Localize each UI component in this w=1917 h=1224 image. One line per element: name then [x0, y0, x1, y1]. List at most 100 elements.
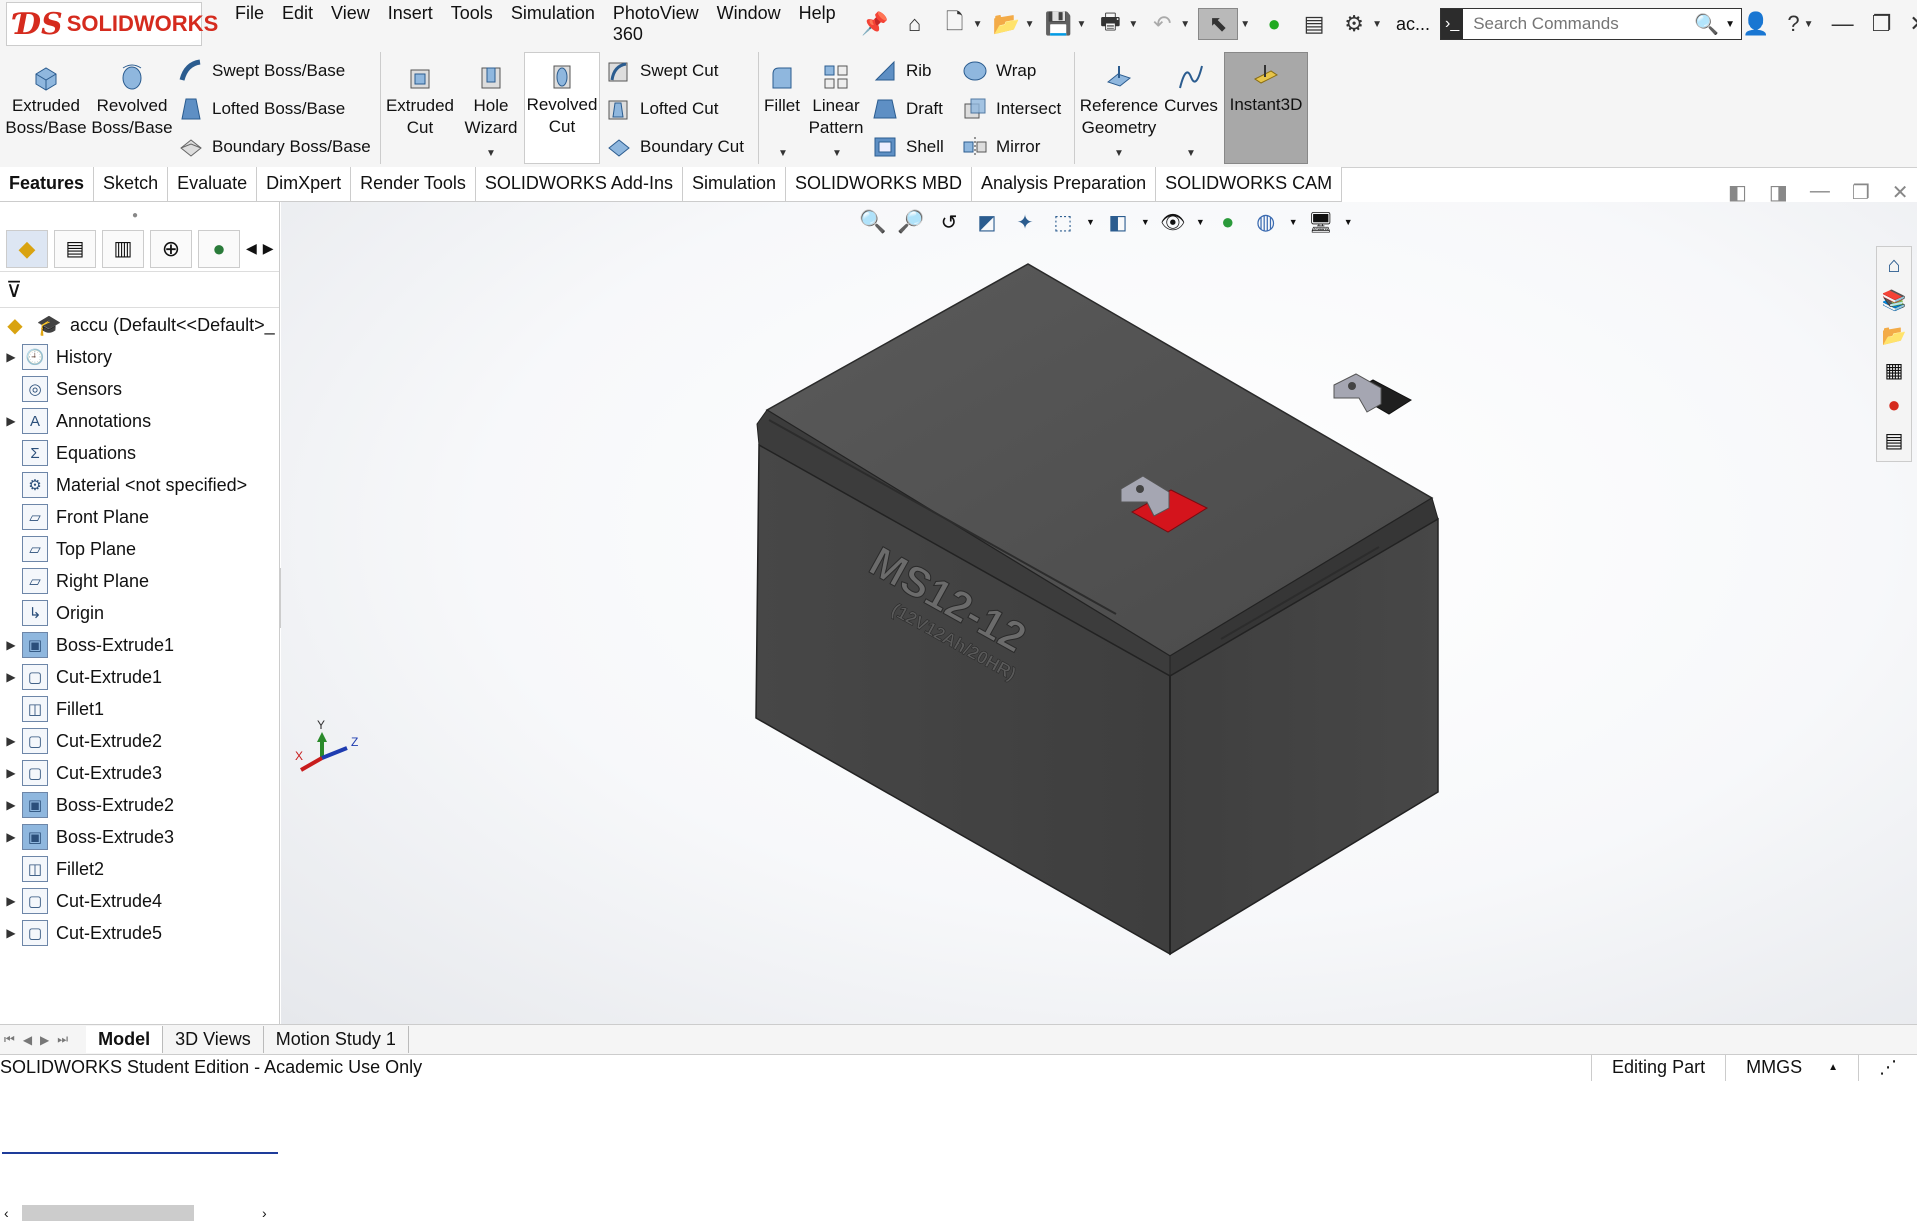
tab-analysis-preparation[interactable]: Analysis Preparation: [972, 167, 1157, 201]
hole-wizard-button[interactable]: Hole Wizard: [458, 54, 524, 139]
feature-manager-tab-icon[interactable]: ◆: [6, 229, 48, 268]
pin-icon[interactable]: 📌: [859, 8, 891, 40]
expand-arrow-icon[interactable]: ▶: [0, 926, 22, 940]
section-view-icon[interactable]: ◩: [972, 207, 1002, 237]
swept-cut-button[interactable]: Swept Cut: [606, 58, 718, 84]
revolved-boss-button[interactable]: Revolved Boss/Base: [91, 54, 173, 139]
print-icon[interactable]: 🖶: [1094, 8, 1126, 40]
lofted-boss-button[interactable]: Lofted Boss/Base: [178, 96, 345, 122]
chevron-down-icon[interactable]: ▼: [1141, 217, 1150, 227]
tab-simulation[interactable]: Simulation: [682, 167, 786, 201]
curves-button[interactable]: Curves: [1160, 54, 1222, 117]
swept-boss-button[interactable]: Swept Boss/Base: [178, 58, 345, 84]
tree-item[interactable]: ▱ Top Plane: [0, 534, 136, 564]
extruded-boss-button[interactable]: Extruded Boss/Base: [5, 54, 87, 139]
chevron-down-icon[interactable]: ▼: [832, 148, 842, 159]
dynamic-annotation-icon[interactable]: ✦: [1010, 207, 1040, 237]
search-icon[interactable]: 🔍: [1694, 12, 1719, 37]
close-icon[interactable]: ✕: [1909, 11, 1917, 37]
view-palette-icon[interactable]: ▦: [1880, 356, 1908, 384]
chevron-down-icon[interactable]: ▼: [1725, 19, 1735, 30]
menu-photoview[interactable]: PhotoView 360: [604, 0, 708, 49]
display-manager-tab-icon[interactable]: ●: [198, 229, 240, 268]
tab-3d-views[interactable]: 3D Views: [163, 1026, 264, 1053]
expand-arrow-icon[interactable]: ▶: [0, 798, 22, 812]
chevron-down-icon[interactable]: ▼: [1240, 19, 1250, 30]
unit-system[interactable]: MMGS ▲: [1725, 1054, 1858, 1081]
tree-item[interactable]: ▶ A Annotations: [0, 406, 151, 436]
chevron-down-icon[interactable]: ▼: [486, 148, 496, 159]
tree-item[interactable]: ⚙ Material <not specified>: [0, 470, 247, 500]
battery-model[interactable]: MS12-12 (12V12Ah/20HR): [755, 263, 1439, 956]
file-properties-icon[interactable]: ▤: [1298, 8, 1330, 40]
chevron-left-icon[interactable]: ◀: [246, 240, 257, 257]
display-style-icon[interactable]: ◧: [1103, 207, 1133, 237]
tree-item[interactable]: ▶ ▣ Boss-Extrude2: [0, 790, 174, 820]
tree-item[interactable]: Σ Equations: [0, 438, 136, 468]
revolved-cut-button[interactable]: Revolved Cut: [524, 52, 600, 164]
tab-features[interactable]: Features: [0, 167, 95, 201]
linear-pattern-button[interactable]: Linear Pattern: [804, 54, 868, 139]
menu-file[interactable]: File: [226, 0, 273, 49]
new-document-icon[interactable]: 🗋: [939, 8, 971, 40]
lofted-cut-button[interactable]: Lofted Cut: [606, 96, 718, 122]
chevron-down-icon[interactable]: ▼: [1025, 19, 1035, 30]
chevron-down-icon[interactable]: ▼: [1086, 217, 1095, 227]
tree-item[interactable]: ◫ Fillet1: [0, 694, 104, 724]
tab-add-ins[interactable]: SOLIDWORKS Add-Ins: [475, 167, 683, 201]
rollback-bar[interactable]: [2, 1152, 278, 1154]
select-cursor-icon[interactable]: ⬉: [1198, 8, 1239, 40]
chevron-down-icon[interactable]: ▼: [1344, 217, 1353, 227]
search-input[interactable]: [1463, 14, 1695, 34]
menu-simulation[interactable]: Simulation: [502, 0, 604, 49]
draft-button[interactable]: Draft: [872, 96, 943, 122]
tab-evaluate[interactable]: Evaluate: [168, 167, 258, 201]
file-explorer-icon[interactable]: 📂: [1880, 321, 1908, 349]
configuration-manager-tab-icon[interactable]: ▥: [102, 229, 144, 268]
tab-sketch[interactable]: Sketch: [94, 167, 169, 201]
last-page-icon[interactable]: ⏭: [53, 1032, 72, 1047]
extruded-cut-button[interactable]: Extruded Cut: [384, 54, 456, 139]
mirror-button[interactable]: Mirror: [962, 134, 1040, 160]
view-settings-icon[interactable]: 🖥: [1306, 207, 1336, 237]
minimize-icon[interactable]: —: [1832, 11, 1854, 37]
chevron-down-icon[interactable]: ▼: [1186, 148, 1196, 159]
resize-grip-icon[interactable]: ⋰: [1858, 1054, 1917, 1081]
scroll-thumb[interactable]: [22, 1205, 194, 1221]
zoom-to-fit-icon[interactable]: 🔍: [858, 207, 888, 237]
solidworks-resources-icon[interactable]: ⌂: [1880, 251, 1908, 279]
tab-render-tools[interactable]: Render Tools: [351, 167, 476, 201]
expand-arrow-icon[interactable]: ▶: [0, 830, 22, 844]
previous-view-icon[interactable]: ↺: [934, 207, 964, 237]
chevron-down-icon[interactable]: ▼: [1196, 217, 1205, 227]
prev-page-icon[interactable]: ◀: [19, 1033, 36, 1047]
appearances-icon[interactable]: ●: [1880, 391, 1908, 419]
tree-item[interactable]: ▱ Right Plane: [0, 566, 149, 596]
tree-item[interactable]: ▶ ▢ Cut-Extrude1: [0, 662, 162, 692]
tree-item[interactable]: ▶ ▣ Boss-Extrude3: [0, 822, 174, 852]
filter-icon[interactable]: ⊽: [6, 277, 22, 303]
tab-dimxpert[interactable]: DimXpert: [257, 167, 352, 201]
chevron-right-icon[interactable]: ▶: [263, 240, 274, 257]
tab-cam[interactable]: SOLIDWORKS CAM: [1156, 167, 1343, 201]
tab-mbd[interactable]: SOLIDWORKS MBD: [786, 167, 973, 201]
hide-show-items-icon[interactable]: 👁: [1158, 207, 1188, 237]
expand-arrow-icon[interactable]: ▶: [0, 670, 22, 684]
chevron-down-icon[interactable]: ▼: [1076, 19, 1086, 30]
traffic-light-icon[interactable]: ●: [1258, 8, 1290, 40]
chevron-down-icon[interactable]: ▼: [1180, 19, 1190, 30]
horizontal-scrollbar[interactable]: ‹ ›: [0, 1202, 280, 1224]
dimxpert-manager-tab-icon[interactable]: ⊕: [150, 229, 192, 268]
design-library-icon[interactable]: 📚: [1880, 286, 1908, 314]
tree-root[interactable]: ◆ 🎓 accu (Default<<Default>_: [0, 310, 274, 340]
next-page-icon[interactable]: ▶: [36, 1033, 53, 1047]
edit-appearance-icon[interactable]: ●: [1213, 207, 1243, 237]
open-icon[interactable]: 📂: [991, 8, 1023, 40]
solidworks-logo[interactable]: ƊS SOLIDWORKS: [6, 2, 218, 46]
chevron-down-icon[interactable]: ▼: [1804, 19, 1814, 30]
shell-button[interactable]: Shell: [872, 134, 944, 160]
help-icon[interactable]: ?: [1787, 11, 1799, 37]
property-manager-tab-icon[interactable]: ▤: [54, 229, 96, 268]
view-orientation-icon[interactable]: ⬚: [1048, 207, 1078, 237]
menu-window[interactable]: Window: [708, 0, 790, 49]
